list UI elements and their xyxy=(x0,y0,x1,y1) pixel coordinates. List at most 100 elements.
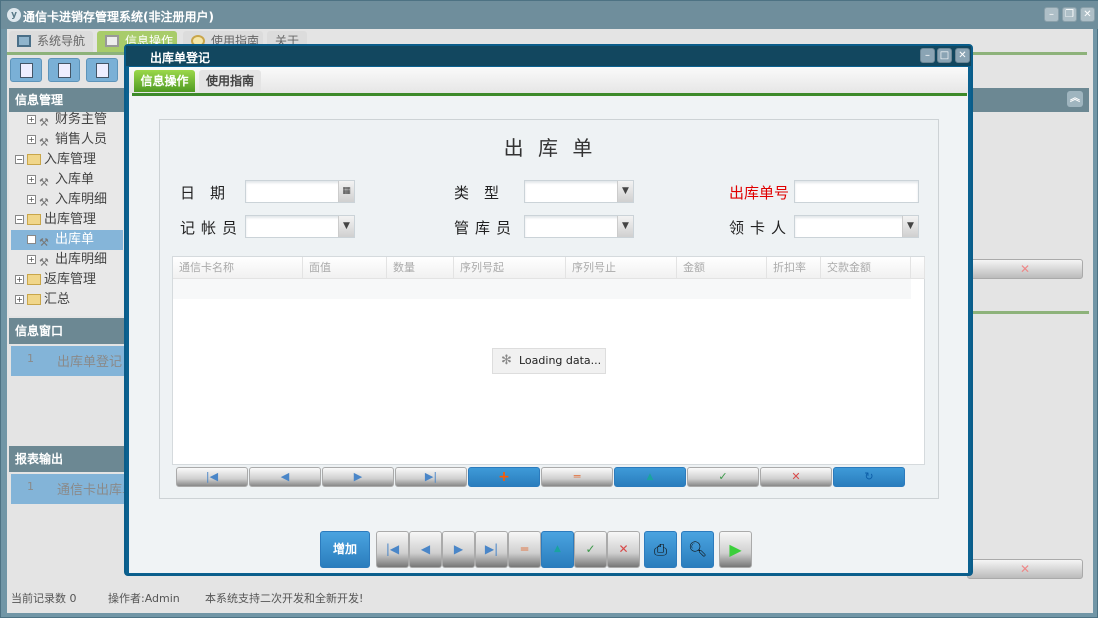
column-header[interactable]: 交款金额 xyxy=(821,257,911,279)
column-header[interactable]: 金额 xyxy=(677,257,767,279)
cancel-button[interactable]: ✕ xyxy=(607,531,640,568)
grid-first-button[interactable]: |◀ xyxy=(176,467,248,487)
column-header[interactable]: 序列号止 xyxy=(566,257,677,279)
tree-item[interactable]: − 入库管理 xyxy=(15,150,96,170)
magnifier-icon: 🔍︎ xyxy=(687,540,708,558)
plus-icon: + xyxy=(498,469,510,485)
next-button[interactable]: ▶ xyxy=(442,531,475,568)
date-label: 日 期 xyxy=(180,184,226,202)
search-icon xyxy=(20,63,33,78)
form-panel: 出 库 单 日 期 ▦ 类 型 ▼ 出库单号 记帐员 ▼ 管库员 ▼ 领卡人 ▼… xyxy=(159,119,939,499)
restore-button[interactable]: ❐ xyxy=(1062,7,1077,22)
chevron-down-icon[interactable]: ▼ xyxy=(617,216,633,237)
order-no-input[interactable] xyxy=(794,180,919,203)
list-item[interactable]: 1通信卡出库单 xyxy=(11,474,125,504)
tool-icon: ⚒ xyxy=(39,176,49,189)
collapse-icon[interactable]: ︽ xyxy=(1067,91,1083,107)
column-header[interactable]: 通信卡名称 xyxy=(173,257,303,279)
prev-button[interactable]: ◀ xyxy=(409,531,442,568)
keeper-select[interactable]: ▼ xyxy=(524,215,634,238)
next-icon: ▶ xyxy=(453,542,464,556)
tree-item[interactable]: + ⚒ 出库明细 xyxy=(27,250,107,270)
chevron-down-icon[interactable]: ▼ xyxy=(617,181,633,202)
grid-cancel-button[interactable]: ✕ xyxy=(760,467,832,487)
tab-system-nav[interactable]: 系统导航 xyxy=(9,31,93,52)
tree-item[interactable]: + 汇总 xyxy=(15,290,70,310)
refresh-icon: ↻ xyxy=(864,470,874,483)
bookkeeper-label: 记帐员 xyxy=(180,219,244,237)
preview-button[interactable]: 🔍︎ xyxy=(681,531,714,568)
document-toolbar-button[interactable] xyxy=(86,58,118,82)
receiver-select[interactable]: ▼ xyxy=(794,215,919,238)
delete-button[interactable]: ═ xyxy=(508,531,541,568)
grid-icon xyxy=(105,35,119,47)
dialog-maximize-button[interactable]: □ xyxy=(937,48,952,63)
column-header[interactable]: 序列号起 xyxy=(454,257,566,279)
chevron-down-icon[interactable]: ▼ xyxy=(902,216,918,237)
grid-edit-button[interactable]: ▲ xyxy=(614,467,686,487)
tree-item[interactable]: + ⚒ 销售人员 xyxy=(27,130,107,150)
tree-item[interactable]: + ⚒ 入库单 xyxy=(27,170,94,190)
list-item[interactable]: 1 出库单登记 xyxy=(11,346,125,376)
last-button[interactable]: ▶| xyxy=(475,531,508,568)
column-header[interactable]: 折扣率 xyxy=(767,257,821,279)
type-select[interactable]: ▼ xyxy=(524,180,634,203)
spinner-icon: ✻ xyxy=(501,353,512,368)
grid-confirm-button[interactable]: ✓ xyxy=(687,467,759,487)
dialog-tab-guide[interactable]: 使用指南 xyxy=(199,70,261,92)
document-icon xyxy=(96,63,109,78)
first-button[interactable]: |◀ xyxy=(376,531,409,568)
folder-icon xyxy=(27,154,41,165)
save-button[interactable]: ✓ xyxy=(574,531,607,568)
calendar-icon[interactable]: ▦ xyxy=(338,181,354,202)
add-button[interactable]: 增加 xyxy=(320,531,370,568)
date-input[interactable]: ▦ xyxy=(245,180,355,203)
close-button[interactable]: ✕ xyxy=(1080,7,1095,22)
info-mgmt-header: 信息管理 xyxy=(9,88,125,112)
column-header[interactable]: 数量 xyxy=(387,257,454,279)
bookkeeper-select[interactable]: ▼ xyxy=(245,215,355,238)
minus-icon: ═ xyxy=(573,470,581,483)
status-note: 本系统支持二次开发和全新开发! xyxy=(205,592,364,605)
grid-prev-button[interactable]: ◀ xyxy=(249,467,321,487)
chevron-down-icon[interactable]: ▼ xyxy=(338,216,354,237)
edit-button[interactable]: ▲ xyxy=(541,531,574,568)
print-button[interactable]: ⎙ xyxy=(644,531,677,568)
last-icon: ▶| xyxy=(484,542,499,556)
outbound-register-dialog: 出库单登记 – □ ✕ 信息操作 使用指南 出 库 单 日 期 ▦ 类 型 ▼ … xyxy=(124,44,973,576)
prev-icon: ◀ xyxy=(280,470,290,483)
grid-delete-button[interactable]: ═ xyxy=(541,467,613,487)
app-title: 通信卡进销存管理系统(非注册用户) xyxy=(23,10,214,24)
tree-item[interactable]: + ⚒ 入库明细 xyxy=(27,190,107,210)
tree-item[interactable]: + ⚒ 财务主管 xyxy=(27,110,107,130)
check-icon: ✓ xyxy=(585,542,596,556)
delete-button-bg[interactable]: ✕ xyxy=(967,259,1083,279)
grid-next-button[interactable]: ▶ xyxy=(322,467,394,487)
search-toolbar-button[interactable] xyxy=(10,58,42,82)
dialog-minimize-button[interactable]: – xyxy=(920,48,935,63)
prev-icon: ◀ xyxy=(420,542,431,556)
minimize-button[interactable]: – xyxy=(1044,7,1059,22)
detail-grid: 通信卡名称 面值 数量 序列号起 序列号止 金额 折扣率 交款金额 ✻ Loadi… xyxy=(172,256,925,465)
monitor-icon xyxy=(17,35,31,47)
list-toolbar-button[interactable] xyxy=(48,58,80,82)
tree-item-selected[interactable]: + ⚒ 出库单 xyxy=(11,230,123,250)
grid-refresh-button[interactable]: ↻ xyxy=(833,467,905,487)
status-operator: 操作者:Admin xyxy=(108,592,180,605)
folder-icon xyxy=(27,294,41,305)
grid-last-button[interactable]: ▶| xyxy=(395,467,467,487)
tree-item[interactable]: − 出库管理 xyxy=(15,210,96,230)
minus-icon: ═ xyxy=(520,542,529,556)
tree-item[interactable]: + 返库管理 xyxy=(15,270,96,290)
next-icon: ▶ xyxy=(353,470,363,483)
dialog-tab-info-ops[interactable]: 信息操作 xyxy=(134,70,195,92)
grid-add-button[interactable]: + xyxy=(468,467,540,487)
first-icon: |◀ xyxy=(205,470,219,483)
dialog-close-button[interactable]: ✕ xyxy=(955,48,970,63)
play-button[interactable]: ▶ xyxy=(719,531,752,568)
column-header[interactable]: 面值 xyxy=(303,257,387,279)
delete-button-bg[interactable]: ✕ xyxy=(967,559,1083,579)
dialog-title-bar: 出库单登记 – □ ✕ xyxy=(126,46,971,66)
order-no-label: 出库单号 xyxy=(729,184,790,202)
app-logo-icon: y xyxy=(7,8,21,22)
